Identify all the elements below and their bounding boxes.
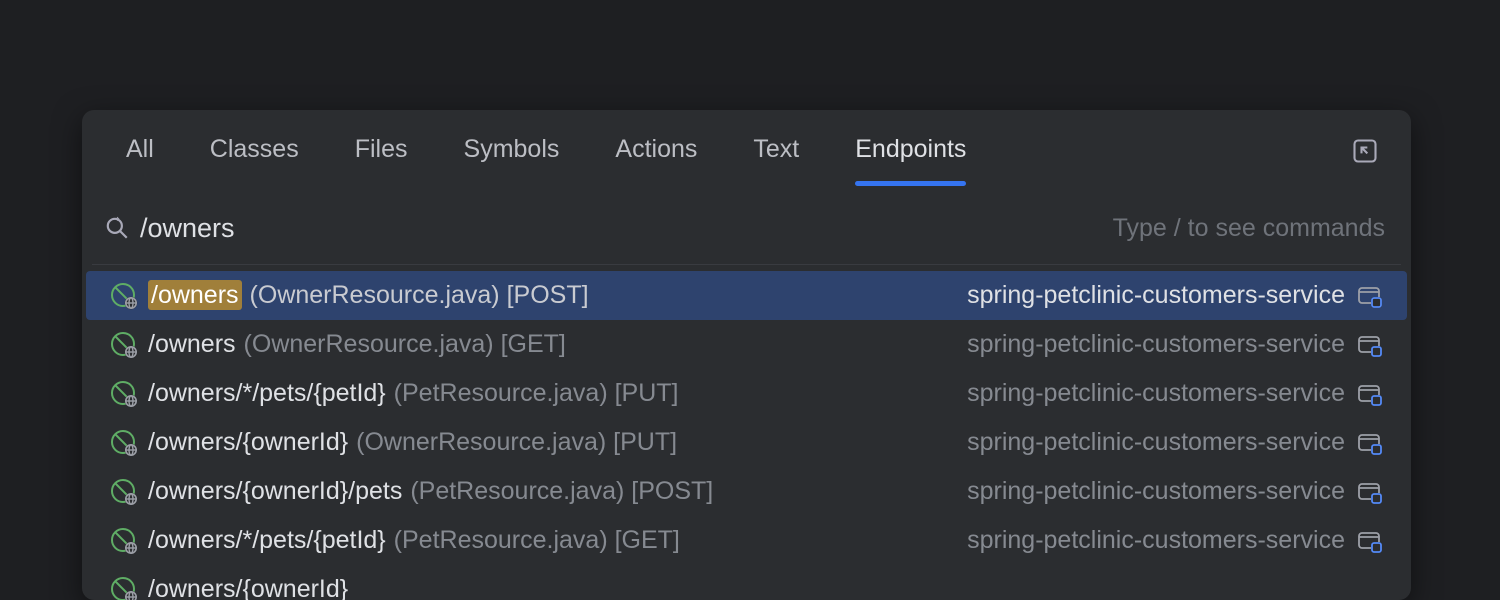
- result-row[interactable]: /owners/{ownerId}/pets (PetResource.java)…: [82, 467, 1411, 516]
- result-path: /owners/{ownerId}: [148, 428, 348, 457]
- result-path: /owners/{ownerId}: [148, 575, 348, 600]
- search-hint: Type / to see commands: [1113, 214, 1385, 243]
- tab-actions[interactable]: Actions: [615, 135, 697, 184]
- tab-text[interactable]: Text: [753, 135, 799, 184]
- result-row[interactable]: /owners (OwnerResource.java) [POST] spring…: [86, 271, 1407, 320]
- search-row: Type / to see commands: [82, 192, 1411, 264]
- search-icon: [104, 215, 130, 241]
- result-meta: (PetResource.java) [POST]: [410, 477, 713, 506]
- result-path: /owners/*/pets/{petId}: [148, 379, 386, 408]
- result-module: spring-petclinic-customers-service: [967, 330, 1345, 359]
- tab-bar: All Classes Files Symbols Actions Text E…: [82, 110, 1411, 192]
- results-list: /owners (OwnerResource.java) [POST] spring…: [82, 265, 1411, 600]
- result-meta: (PetResource.java) [PUT]: [394, 379, 679, 408]
- endpoint-icon: [110, 527, 138, 555]
- result-path: /owners/*/pets/{petId}: [148, 526, 386, 555]
- open-as-toolwindow-icon[interactable]: [1351, 137, 1379, 165]
- result-row[interactable]: /owners/{ownerId}: [82, 565, 1411, 600]
- search-input[interactable]: [140, 213, 1113, 244]
- result-row[interactable]: /owners (OwnerResource.java) [GET] spring-…: [82, 320, 1411, 369]
- result-module: spring-petclinic-customers-service: [967, 281, 1345, 310]
- result-row[interactable]: /owners/{ownerId} (OwnerResource.java) [P…: [82, 418, 1411, 467]
- tab-files[interactable]: Files: [355, 135, 408, 184]
- result-meta: (OwnerResource.java) [GET]: [244, 330, 566, 359]
- result-meta: (PetResource.java) [GET]: [394, 526, 680, 555]
- module-icon: [1357, 479, 1383, 505]
- endpoint-icon: [110, 380, 138, 408]
- endpoint-icon: [110, 282, 138, 310]
- endpoint-icon: [110, 576, 138, 600]
- module-icon: [1357, 430, 1383, 456]
- tab-symbols[interactable]: Symbols: [464, 135, 560, 184]
- result-meta: (OwnerResource.java) [POST]: [250, 281, 589, 310]
- result-module: spring-petclinic-customers-service: [967, 477, 1345, 506]
- endpoint-icon: [110, 331, 138, 359]
- search-everywhere-popup: All Classes Files Symbols Actions Text E…: [82, 110, 1411, 600]
- endpoint-icon: [110, 429, 138, 457]
- result-path: /owners: [148, 281, 242, 310]
- result-path: /owners: [148, 330, 236, 359]
- result-path: /owners/{ownerId}/pets: [148, 477, 402, 506]
- module-icon: [1357, 381, 1383, 407]
- result-module: spring-petclinic-customers-service: [967, 379, 1345, 408]
- result-module: spring-petclinic-customers-service: [967, 428, 1345, 457]
- tab-all[interactable]: All: [126, 135, 154, 184]
- endpoint-icon: [110, 478, 138, 506]
- result-module: spring-petclinic-customers-service: [967, 526, 1345, 555]
- module-icon: [1357, 528, 1383, 554]
- result-meta: (OwnerResource.java) [PUT]: [356, 428, 677, 457]
- module-icon: [1357, 283, 1383, 309]
- tab-classes[interactable]: Classes: [210, 135, 299, 184]
- result-row[interactable]: /owners/*/pets/{petId} (PetResource.java)…: [82, 516, 1411, 565]
- module-icon: [1357, 332, 1383, 358]
- result-row[interactable]: /owners/*/pets/{petId} (PetResource.java)…: [82, 369, 1411, 418]
- tab-endpoints[interactable]: Endpoints: [855, 135, 966, 184]
